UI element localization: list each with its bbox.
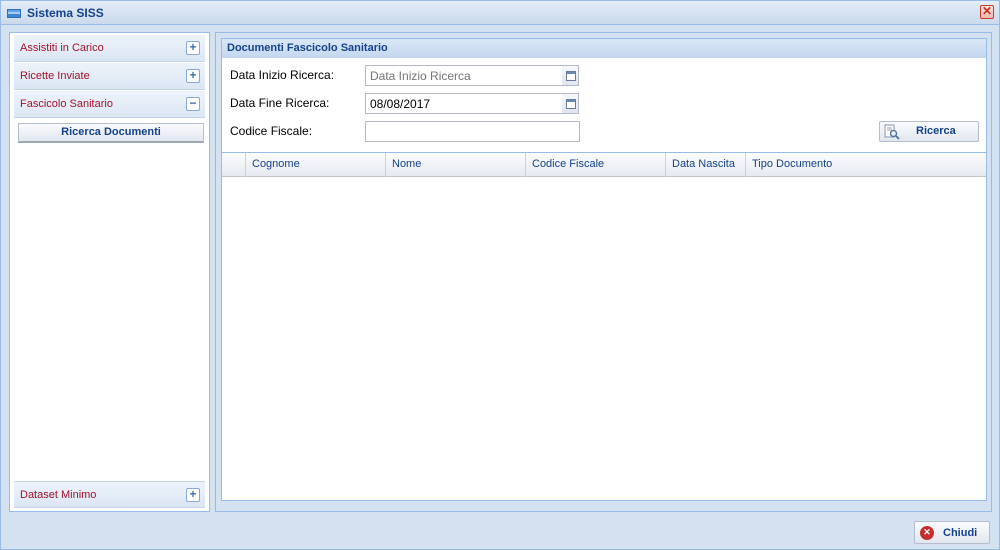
accordion-item-ricette[interactable]: Ricette Inviate +: [14, 63, 205, 90]
calendar-icon[interactable]: [562, 93, 579, 114]
ricerca-documenti-button[interactable]: Ricerca Documenti: [18, 123, 204, 143]
column-header-codice-fiscale[interactable]: Codice Fiscale: [526, 153, 666, 177]
search-form: Data Inizio Ricerca: Data Fine Ricerca: …: [221, 58, 987, 152]
data-inizio-label: Data Inizio Ricerca:: [230, 68, 335, 82]
data-inizio-field[interactable]: [365, 65, 563, 86]
codice-fiscale-label: Codice Fiscale:: [230, 124, 313, 138]
close-icon[interactable]: ✕: [980, 5, 994, 19]
column-header-tipo-documento[interactable]: Tipo Documento: [746, 153, 986, 177]
chiudi-button-label: Chiudi: [943, 527, 978, 539]
accordion-item-label: Dataset Minimo: [20, 489, 97, 501]
accordion-item-label: Assistiti in Carico: [20, 42, 104, 54]
results-grid: Cognome Nome Codice Fiscale Data Nascita…: [221, 152, 987, 501]
data-fine-field[interactable]: [365, 93, 563, 114]
title-bar: Sistema SISS ✕: [1, 1, 999, 25]
column-header-data-nascita[interactable]: Data Nascita: [666, 153, 746, 177]
panel-title: Documenti Fascicolo Sanitario: [227, 42, 388, 54]
codice-fiscale-field[interactable]: [365, 121, 580, 142]
accordion-item-label: Ricette Inviate: [20, 70, 90, 82]
expand-icon[interactable]: +: [186, 488, 200, 502]
data-fine-label: Data Fine Ricerca:: [230, 96, 330, 110]
column-header-nome[interactable]: Nome: [386, 153, 526, 177]
panel-header: Documenti Fascicolo Sanitario: [221, 38, 987, 58]
ricerca-button-label: Ricerca: [916, 125, 956, 137]
ricerca-button[interactable]: Ricerca: [879, 121, 979, 142]
close-icon: ✕: [920, 526, 934, 540]
accordion-body-fascicolo: Ricerca Documenti: [14, 119, 205, 481]
accordion-item-fascicolo[interactable]: Fascicolo Sanitario −: [14, 91, 205, 118]
expand-icon[interactable]: +: [186, 41, 200, 55]
accordion-item-label: Fascicolo Sanitario: [20, 98, 113, 110]
accordion-item-dataset[interactable]: Dataset Minimo +: [14, 481, 205, 508]
collapse-icon[interactable]: −: [186, 97, 200, 111]
grid-header: Cognome Nome Codice Fiscale Data Nascita…: [222, 153, 986, 177]
window-title: Sistema SISS: [27, 6, 104, 20]
window-icon: [7, 9, 21, 18]
search-document-icon: [884, 124, 900, 140]
column-header-cognome[interactable]: Cognome: [246, 153, 386, 177]
calendar-icon[interactable]: [562, 65, 579, 86]
expand-icon[interactable]: +: [186, 69, 200, 83]
row-numberer-header: [222, 153, 246, 177]
chiudi-button[interactable]: ✕ Chiudi: [914, 521, 990, 544]
left-accordion: Assistiti in Carico + Ricette Inviate + …: [9, 32, 210, 512]
siss-window: Sistema SISS ✕ Assistiti in Carico + Ric…: [0, 0, 1000, 550]
accordion-item-assistiti[interactable]: Assistiti in Carico +: [14, 35, 205, 62]
documenti-panel: Documenti Fascicolo Sanitario Data Inizi…: [215, 32, 992, 512]
